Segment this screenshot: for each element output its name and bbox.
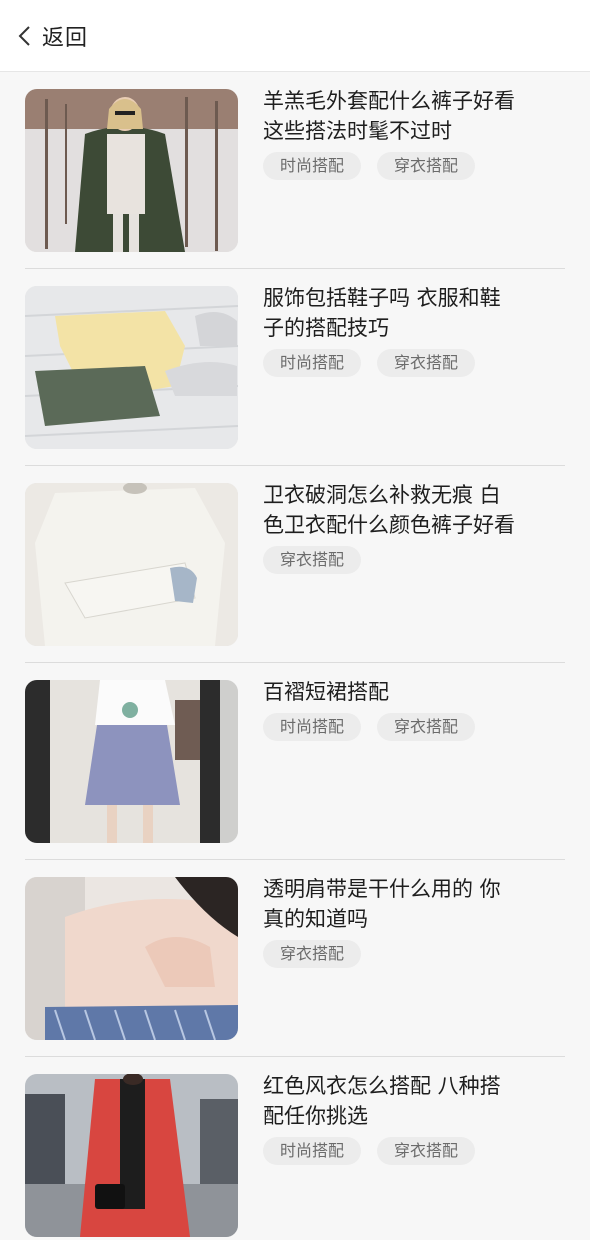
tag[interactable]: 时尚搭配 (263, 152, 362, 180)
title-line: 卫衣破洞怎么补救无痕 白 (263, 483, 501, 507)
tag-row: 穿衣搭配 (263, 940, 362, 968)
tag[interactable]: 时尚搭配 (263, 1137, 362, 1165)
article-item[interactable]: 卫衣破洞怎么补救无痕 白 色卫衣配什么颜色裤子好看 穿衣搭配 (25, 466, 565, 663)
title-line: 透明肩带是干什么用的 你 (263, 877, 501, 901)
back-label: 返回 (42, 25, 89, 51)
title-line: 色卫衣配什么颜色裤子好看 (263, 513, 515, 537)
tag[interactable]: 时尚搭配 (263, 713, 362, 741)
tag[interactable]: 穿衣搭配 (377, 1137, 476, 1165)
title-line: 羊羔毛外套配什么裤子好看 (263, 89, 515, 113)
title-line: 子的搭配技巧 (263, 316, 389, 340)
tag-row: 时尚搭配 穿衣搭配 (263, 349, 476, 377)
article-list: 羊羔毛外套配什么裤子好看 这些搭法时髦不过时 时尚搭配 穿衣搭配 服饰包括鞋子吗… (0, 72, 590, 1240)
tag-row: 时尚搭配 穿衣搭配 (263, 713, 476, 741)
article-thumbnail (25, 1074, 238, 1237)
article-title[interactable]: 羊羔毛外套配什么裤子好看 这些搭法时髦不过时 (263, 86, 555, 146)
title-line: 配任你挑选 (263, 1104, 368, 1128)
tag[interactable]: 穿衣搭配 (377, 152, 476, 180)
tag-row: 时尚搭配 穿衣搭配 (263, 152, 476, 180)
article-thumbnail (25, 877, 238, 1040)
chevron-left-icon (16, 25, 34, 47)
article-title[interactable]: 红色风衣怎么搭配 八种搭 配任你挑选 (263, 1071, 555, 1131)
article-title[interactable]: 卫衣破洞怎么补救无痕 白 色卫衣配什么颜色裤子好看 (263, 480, 555, 540)
title-line: 红色风衣怎么搭配 八种搭 (263, 1074, 501, 1098)
article-item[interactable]: 羊羔毛外套配什么裤子好看 这些搭法时髦不过时 时尚搭配 穿衣搭配 (25, 72, 565, 269)
article-title[interactable]: 透明肩带是干什么用的 你 真的知道吗 (263, 874, 555, 934)
tag[interactable]: 穿衣搭配 (263, 940, 362, 968)
article-item[interactable]: 透明肩带是干什么用的 你 真的知道吗 穿衣搭配 (25, 860, 565, 1057)
article-title[interactable]: 百褶短裙搭配 (263, 677, 555, 707)
title-line: 这些搭法时髦不过时 (263, 119, 452, 143)
article-thumbnail (25, 286, 238, 449)
article-thumbnail (25, 483, 238, 646)
title-line: 百褶短裙搭配 (263, 680, 389, 704)
title-line: 服饰包括鞋子吗 衣服和鞋 (263, 286, 501, 310)
tag-row: 穿衣搭配 (263, 546, 362, 574)
tag[interactable]: 穿衣搭配 (263, 546, 362, 574)
title-line: 真的知道吗 (263, 907, 368, 931)
article-item[interactable]: 红色风衣怎么搭配 八种搭 配任你挑选 时尚搭配 穿衣搭配 (25, 1057, 565, 1240)
tag[interactable]: 穿衣搭配 (377, 349, 476, 377)
tag[interactable]: 穿衣搭配 (377, 713, 476, 741)
article-title[interactable]: 服饰包括鞋子吗 衣服和鞋 子的搭配技巧 (263, 283, 555, 343)
article-item[interactable]: 百褶短裙搭配 时尚搭配 穿衣搭配 (25, 663, 565, 860)
article-item[interactable]: 服饰包括鞋子吗 衣服和鞋 子的搭配技巧 时尚搭配 穿衣搭配 (25, 269, 565, 466)
top-bar: 返回 (0, 0, 590, 72)
tag-row: 时尚搭配 穿衣搭配 (263, 1137, 476, 1165)
article-thumbnail (25, 89, 238, 252)
tag[interactable]: 时尚搭配 (263, 349, 362, 377)
back-button[interactable]: 返回 (0, 0, 100, 71)
article-thumbnail (25, 680, 238, 843)
